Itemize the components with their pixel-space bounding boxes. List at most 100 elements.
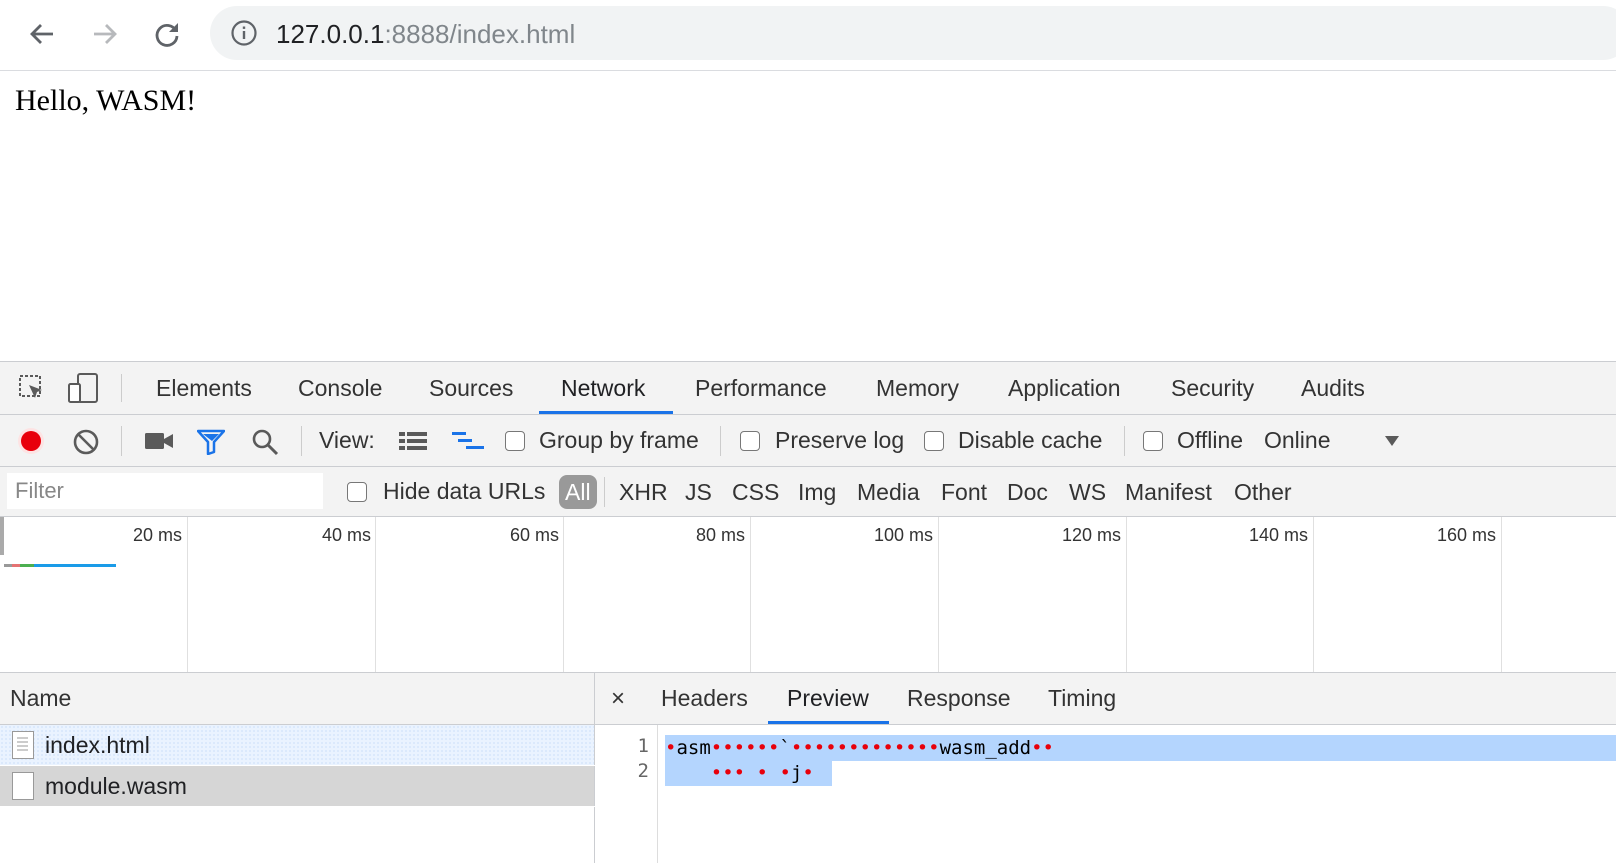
- network-toolbar: View: Group by frame Preserve log Disabl…: [0, 415, 1616, 467]
- disable-cache-label: Disable cache: [958, 427, 1103, 453]
- code-token: wasm_add: [939, 737, 1032, 759]
- tick-label: 120 ms: [1061, 525, 1121, 545]
- line-number: 2: [637, 760, 649, 782]
- forward-arrow-icon[interactable]: [85, 14, 125, 54]
- timeline-gridline: [187, 517, 188, 672]
- browser-toolbar: 127.0.0.1:8888/index.html: [0, 0, 1616, 71]
- timeline-gridline: [1501, 517, 1502, 672]
- close-icon[interactable]: ×: [611, 673, 625, 724]
- devtools-tabbar: Elements Console Sources Network Perform…: [0, 362, 1616, 415]
- search-icon[interactable]: [251, 428, 279, 456]
- request-row-module-wasm[interactable]: module.wasm: [0, 766, 595, 806]
- tab-application[interactable]: Application: [988, 362, 1141, 414]
- file-icon: [12, 772, 34, 800]
- address-bar[interactable]: 127.0.0.1:8888/index.html: [210, 6, 1616, 60]
- tick-label: 160 ms: [1436, 525, 1496, 545]
- timeline-grabber[interactable]: [0, 517, 4, 555]
- filter-type-ws[interactable]: WS: [1069, 475, 1106, 509]
- request-row-index-html[interactable]: index.html: [0, 725, 595, 765]
- divider: [121, 426, 122, 456]
- filter-funnel-icon[interactable]: [197, 429, 225, 455]
- view-label: View:: [319, 427, 375, 453]
- offline-label: Offline: [1177, 427, 1244, 453]
- preserve-log-checkbox[interactable]: [740, 431, 760, 451]
- record-icon[interactable]: [17, 427, 45, 455]
- url-host: 127.0.0.1: [276, 19, 385, 49]
- code-line-1[interactable]: •asm••••••`•••••••••••••wasm_add••: [665, 735, 1616, 761]
- filter-type-doc[interactable]: Doc: [1007, 475, 1048, 509]
- page-heading: Hello, WASM!: [15, 84, 197, 117]
- active-tab-indicator: [539, 411, 673, 414]
- large-rows-icon[interactable]: [399, 431, 427, 451]
- divider: [1124, 426, 1125, 456]
- filter-bar: Hide data URLs All XHR JS CSS Img Media …: [0, 467, 1616, 517]
- disable-cache-checkbox[interactable]: [924, 431, 944, 451]
- screenshot-camera-icon[interactable]: [144, 431, 174, 451]
- tab-memory[interactable]: Memory: [856, 362, 979, 414]
- hide-data-urls-label: Hide data URLs: [383, 478, 546, 504]
- active-tab-indicator: [768, 721, 889, 724]
- url-text: 127.0.0.1:8888/index.html: [276, 19, 575, 50]
- filter-type-other[interactable]: Other: [1234, 475, 1292, 509]
- clear-icon[interactable]: [72, 428, 100, 456]
- timeline-gridline: [1126, 517, 1127, 672]
- tab-headers[interactable]: Headers: [661, 673, 748, 724]
- filter-type-font[interactable]: Font: [941, 475, 987, 509]
- timeline-gridline: [375, 517, 376, 672]
- tab-performance[interactable]: Performance: [675, 362, 847, 414]
- filter-type-xhr[interactable]: XHR: [619, 475, 668, 509]
- request-bar-segment: [34, 564, 116, 567]
- chevron-down-icon[interactable]: [1384, 435, 1400, 447]
- tab-response[interactable]: Response: [907, 673, 1011, 724]
- tab-elements[interactable]: Elements: [136, 362, 272, 414]
- reload-icon[interactable]: [147, 14, 187, 54]
- device-toolbar-icon[interactable]: [68, 373, 100, 403]
- detail-tabbar: × Headers Preview Response Timing: [595, 673, 1616, 725]
- request-bar-segment: [4, 564, 12, 567]
- tab-network[interactable]: Network: [541, 362, 665, 414]
- request-detail-pane: × Headers Preview Response Timing 1 2 •a…: [595, 673, 1616, 863]
- tab-console[interactable]: Console: [278, 362, 402, 414]
- info-icon[interactable]: [230, 19, 258, 47]
- filter-type-manifest[interactable]: Manifest: [1125, 475, 1212, 509]
- filter-type-css[interactable]: CSS: [732, 475, 779, 509]
- request-list-empty: [0, 807, 595, 863]
- tab-audits[interactable]: Audits: [1281, 362, 1385, 414]
- offline-checkbox[interactable]: [1143, 431, 1163, 451]
- code-token: j: [790, 762, 803, 784]
- throttling-select[interactable]: Online: [1264, 427, 1330, 454]
- group-by-frame-checkbox[interactable]: [505, 431, 525, 451]
- name-column-header[interactable]: Name: [0, 673, 595, 725]
- group-by-frame-label: Group by frame: [539, 427, 699, 453]
- tick-label: 80 ms: [695, 525, 745, 545]
- request-name: module.wasm: [45, 773, 187, 799]
- filter-type-img[interactable]: Img: [798, 475, 836, 509]
- filter-type-all[interactable]: All: [559, 475, 597, 509]
- tab-preview[interactable]: Preview: [787, 673, 869, 724]
- timeline-gridline: [1313, 517, 1314, 672]
- tab-security[interactable]: Security: [1151, 362, 1274, 414]
- filter-type-js[interactable]: JS: [685, 475, 712, 509]
- waterfall-overview-icon[interactable]: [452, 431, 484, 451]
- request-bar-segment: [20, 564, 34, 567]
- line-number: 1: [637, 735, 649, 757]
- filter-type-media[interactable]: Media: [857, 475, 920, 509]
- document-file-icon: [12, 731, 34, 759]
- tick-label: 100 ms: [873, 525, 933, 545]
- code-line-2[interactable]: ••• • •j•: [665, 760, 832, 786]
- divider: [720, 426, 721, 456]
- timeline-gridline: [938, 517, 939, 672]
- inspect-element-icon[interactable]: [18, 374, 46, 402]
- request-name: index.html: [45, 732, 150, 758]
- divider: [301, 426, 302, 456]
- network-overview-timeline[interactable]: 20 ms 40 ms 60 ms 80 ms 100 ms 120 ms 14…: [0, 517, 1616, 673]
- tab-timing[interactable]: Timing: [1048, 673, 1116, 724]
- filter-input[interactable]: [7, 473, 323, 509]
- tick-label: 140 ms: [1248, 525, 1308, 545]
- tab-sources[interactable]: Sources: [409, 362, 533, 414]
- requests-area: Name index.html module.wasm × Headers Pr…: [0, 673, 1616, 863]
- back-arrow-icon[interactable]: [22, 14, 62, 54]
- divider: [121, 374, 122, 402]
- hide-data-urls-checkbox[interactable]: [347, 482, 367, 502]
- timeline-gridline: [563, 517, 564, 672]
